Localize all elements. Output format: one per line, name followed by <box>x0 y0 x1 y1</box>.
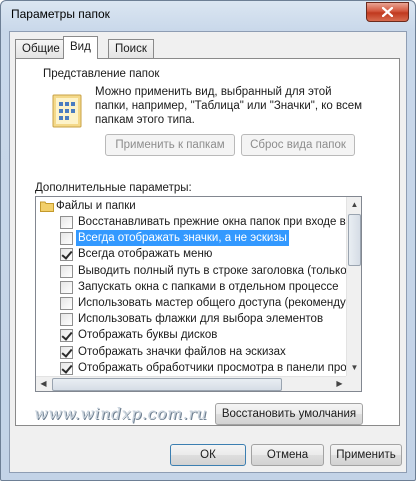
watermark-text: www.windxp.com.ru <box>34 404 208 423</box>
option-label: Всегда отображать значки, а не эскизы <box>76 230 289 247</box>
option-label: Отображать значки файлов на эскизах <box>78 345 286 358</box>
title-bar[interactable]: Параметры папок <box>1 1 415 31</box>
option-label: Всегда отображать меню <box>78 248 213 261</box>
option-checkbox[interactable] <box>60 345 73 359</box>
cancel-button[interactable]: Отмена <box>251 444 324 466</box>
folder-view-group-title: Представление папок <box>40 68 163 80</box>
reset-folders-button[interactable]: Сброс вида папок <box>241 134 355 156</box>
tab-general-label: Общие <box>22 43 60 55</box>
advanced-settings-label: Дополнительные параметры: <box>35 182 192 194</box>
option-checkbox[interactable] <box>60 248 73 262</box>
option-label: Восстанавливать прежние окна папок при в… <box>78 216 347 228</box>
close-icon <box>382 7 393 17</box>
option-label: Использовать мастер общего доступа (реко… <box>78 297 347 309</box>
ok-button[interactable]: ОК <box>170 444 246 466</box>
scroll-right-arrow-icon[interactable]: ▶ <box>332 376 347 391</box>
option-checkbox[interactable] <box>60 297 73 310</box>
option-label: Выводить полный путь в строке заголовка … <box>78 264 347 277</box>
horizontal-scrollbar[interactable]: ◀ ▶ <box>36 376 347 391</box>
option-checkbox[interactable] <box>60 264 73 278</box>
option-checkbox[interactable] <box>60 232 73 246</box>
advanced-settings-tree[interactable]: Файлы и папки Восстанавливать прежние ок… <box>35 196 362 392</box>
option-checkbox[interactable] <box>60 313 73 327</box>
option-label: Отображать обработчики просмотра в панел… <box>78 361 347 374</box>
apply-to-folders-button[interactable]: Применить к папкам <box>105 134 235 156</box>
folder-view-icon <box>52 94 82 131</box>
apply-button[interactable]: Применить <box>330 444 402 466</box>
tab-view-label: Вид <box>70 41 91 53</box>
scroll-down-arrow-icon[interactable]: ▼ <box>347 360 361 376</box>
scrollbar-corner <box>346 376 361 391</box>
horizontal-scroll-thumb[interactable] <box>52 378 282 391</box>
tree-rows: Файлы и папки Восстанавливать прежние ок… <box>36 197 347 376</box>
vertical-scrollbar[interactable]: ▲ ▼ <box>346 197 361 376</box>
option-checkbox[interactable] <box>60 329 73 343</box>
scroll-left-arrow-icon[interactable]: ◀ <box>36 376 51 391</box>
close-button[interactable] <box>366 2 409 22</box>
folder-view-description: Можно применить вид, выбранный для этой … <box>95 86 363 126</box>
dialog-client-area: Общие Вид Поиск Представление папок Можн… <box>9 31 407 473</box>
tree-root-label: Файлы и папки <box>56 200 136 212</box>
tab-search[interactable]: Поиск <box>108 39 154 59</box>
tab-view[interactable]: Вид <box>63 36 98 59</box>
folder-options-window: Параметры папок Общие Вид Поиск Представ… <box>0 0 416 481</box>
tab-general[interactable]: Общие <box>15 39 67 59</box>
option-label: Запускать окна с папками в отдельном про… <box>78 280 339 293</box>
restore-defaults-button[interactable]: Восстановить умолчания <box>215 403 363 425</box>
scroll-up-arrow-icon[interactable]: ▲ <box>347 197 361 213</box>
tab-search-label: Поиск <box>115 43 147 55</box>
vertical-scroll-thumb[interactable] <box>348 214 361 266</box>
window-title: Параметры папок <box>11 7 110 21</box>
option-label: Использовать флажки для выбора элементов <box>78 313 324 326</box>
option-label: Отображать буквы дисков <box>78 329 218 342</box>
option-checkbox[interactable] <box>60 361 73 375</box>
folder-icon <box>40 200 54 217</box>
option-checkbox[interactable] <box>60 216 73 229</box>
option-checkbox[interactable] <box>60 280 73 294</box>
